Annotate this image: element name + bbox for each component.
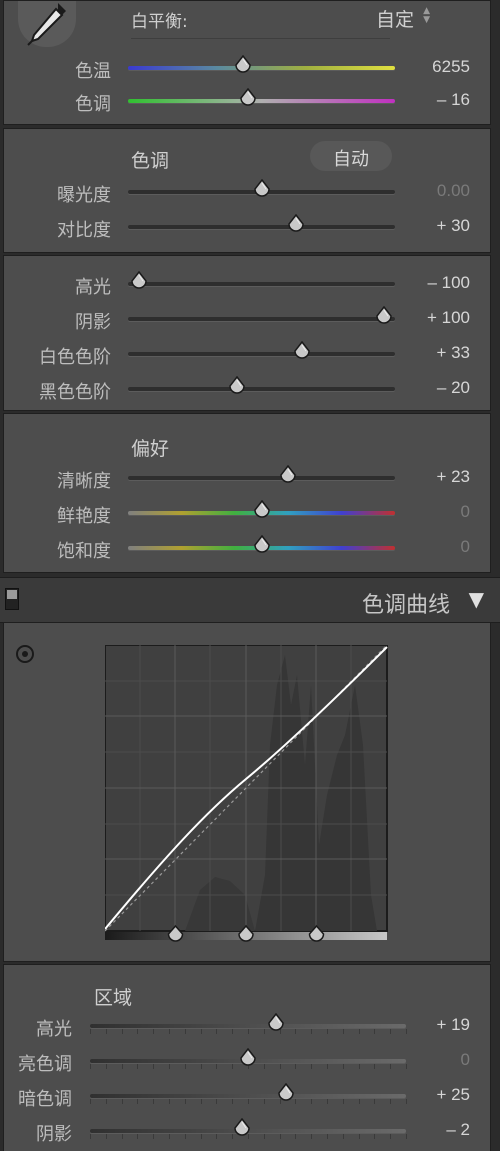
wb-slider-value[interactable]: – 16 — [437, 90, 470, 110]
presence-slider-label: 清晰度 — [57, 471, 111, 492]
tone-level-slider-value[interactable]: – 20 — [437, 378, 470, 398]
tone-slider-thumb[interactable] — [287, 214, 305, 234]
tone-curve-header[interactable]: 色调曲线 ▼ — [0, 577, 500, 623]
region-slider-value[interactable]: – 2 — [446, 1120, 470, 1140]
presence-slider-label: 鲜艳度 — [57, 506, 111, 527]
tone-level-slider-track[interactable] — [128, 352, 395, 356]
collapse-triangle-icon[interactable]: ▼ — [469, 587, 484, 611]
presence-panel: 偏好 清晰度 + 23 鲜艳度 0 饱和度 0 — [3, 413, 491, 573]
presence-slider-thumb[interactable] — [279, 465, 297, 485]
tone-level-slider-value[interactable]: + 100 — [427, 308, 470, 328]
target-adjustment-button[interactable] — [15, 644, 35, 664]
tone-level-slider-thumb[interactable] — [130, 271, 148, 291]
tone-level-slider-label: 黑色色阶 — [39, 382, 111, 403]
tone-curve-graph[interactable] — [105, 645, 391, 942]
updown-arrows-icon: ▲ ▼ — [423, 6, 430, 25]
tone-title: 色调 — [131, 150, 170, 172]
region-panel: 区域 高光 + 19 亮色调 0 暗色调 + 25 阴影 – 2 — [3, 964, 491, 1151]
wb-divider — [131, 38, 390, 39]
region-slider-label: 暗色调 — [18, 1089, 72, 1110]
presence-slider-thumb[interactable] — [253, 535, 271, 555]
wb-slider-label: 色调 — [75, 94, 111, 115]
presence-slider-label: 饱和度 — [57, 541, 111, 562]
presence-slider-value[interactable]: + 23 — [436, 467, 470, 487]
region-slider-thumb[interactable] — [239, 1048, 257, 1068]
presence-title: 偏好 — [131, 438, 170, 460]
tone-level-slider-track[interactable] — [128, 282, 395, 286]
region-slider-label: 阴影 — [36, 1124, 72, 1145]
region-slider-ticks — [90, 1099, 407, 1105]
tone-level-slider-label: 阴影 — [75, 312, 111, 333]
tone-slider-value[interactable]: + 30 — [436, 216, 470, 236]
eyedropper-icon — [27, 3, 66, 46]
region-slider-value[interactable]: 0 — [461, 1050, 470, 1070]
tone-level-slider-thumb[interactable] — [375, 306, 393, 326]
wb-slider-thumb[interactable] — [239, 88, 257, 108]
white-balance-preset-value: 自定 — [375, 9, 414, 31]
tone-level-slider-track[interactable] — [128, 387, 395, 391]
region-slider-thumb[interactable] — [277, 1083, 295, 1103]
tone-curve-title: 色调曲线 — [361, 593, 450, 618]
white-balance-label: 白平衡: — [131, 12, 188, 32]
region-slider-track[interactable] — [90, 1024, 406, 1028]
region-slider-thumb[interactable] — [267, 1013, 285, 1033]
tone-level-slider-value[interactable]: + 33 — [436, 343, 470, 363]
presence-slider-track[interactable] — [128, 476, 395, 480]
auto-tone-label: 自动 — [333, 149, 369, 170]
tone-slider-thumb[interactable] — [253, 179, 271, 199]
region-slider-label: 高光 — [36, 1019, 72, 1040]
auto-tone-button[interactable]: 自动 — [310, 141, 392, 171]
presence-slider-value[interactable]: 0 — [461, 502, 470, 522]
wb-slider-thumb[interactable] — [234, 55, 252, 75]
wb-slider-track[interactable] — [128, 99, 395, 103]
tone-levels-panel: 高光 – 100 阴影 + 100 白色色阶 + 33 黑色色阶 – 20 — [3, 255, 491, 411]
white-balance-panel: 白平衡: 自定 ▲ ▼ 色温 6255 色调 – 16 — [3, 0, 491, 125]
tone-level-slider-label: 白色色阶 — [39, 347, 111, 368]
wb-slider-value[interactable]: 6255 — [432, 57, 470, 77]
tone-level-slider-track[interactable] — [128, 317, 395, 321]
target-adjust-icon — [16, 645, 34, 663]
wb-slider-label: 色温 — [75, 61, 111, 82]
region-slider-ticks — [90, 1029, 407, 1035]
tone-level-slider-label: 高光 — [75, 277, 111, 298]
region-slider-value[interactable]: + 25 — [436, 1085, 470, 1105]
panel-switch-toggle[interactable] — [5, 588, 19, 610]
tone-slider-track[interactable] — [128, 225, 395, 229]
wb-slider-track[interactable] — [128, 66, 395, 70]
region-title: 区域 — [94, 987, 133, 1009]
presence-slider-value[interactable]: 0 — [461, 537, 470, 557]
tone-slider-label: 对比度 — [57, 220, 111, 241]
region-slider-value[interactable]: + 19 — [436, 1015, 470, 1035]
presence-slider-thumb[interactable] — [253, 500, 271, 520]
region-slider-label: 亮色调 — [18, 1054, 72, 1075]
region-slider-track[interactable] — [90, 1094, 406, 1098]
region-slider-thumb[interactable] — [233, 1118, 251, 1138]
eyedropper-tool[interactable] — [18, 1, 76, 47]
tone-panel: 色调 自动 曝光度 0.00 对比度 + 30 — [3, 128, 491, 253]
tone-level-slider-value[interactable]: – 100 — [427, 273, 470, 293]
white-balance-preset-select[interactable]: 自定 ▲ ▼ — [364, 5, 434, 32]
tone-slider-label: 曝光度 — [57, 185, 111, 206]
tone-slider-value[interactable]: 0.00 — [437, 181, 470, 201]
tone-level-slider-thumb[interactable] — [293, 341, 311, 361]
tone-level-slider-thumb[interactable] — [228, 376, 246, 396]
tone-curve-panel — [3, 622, 491, 962]
